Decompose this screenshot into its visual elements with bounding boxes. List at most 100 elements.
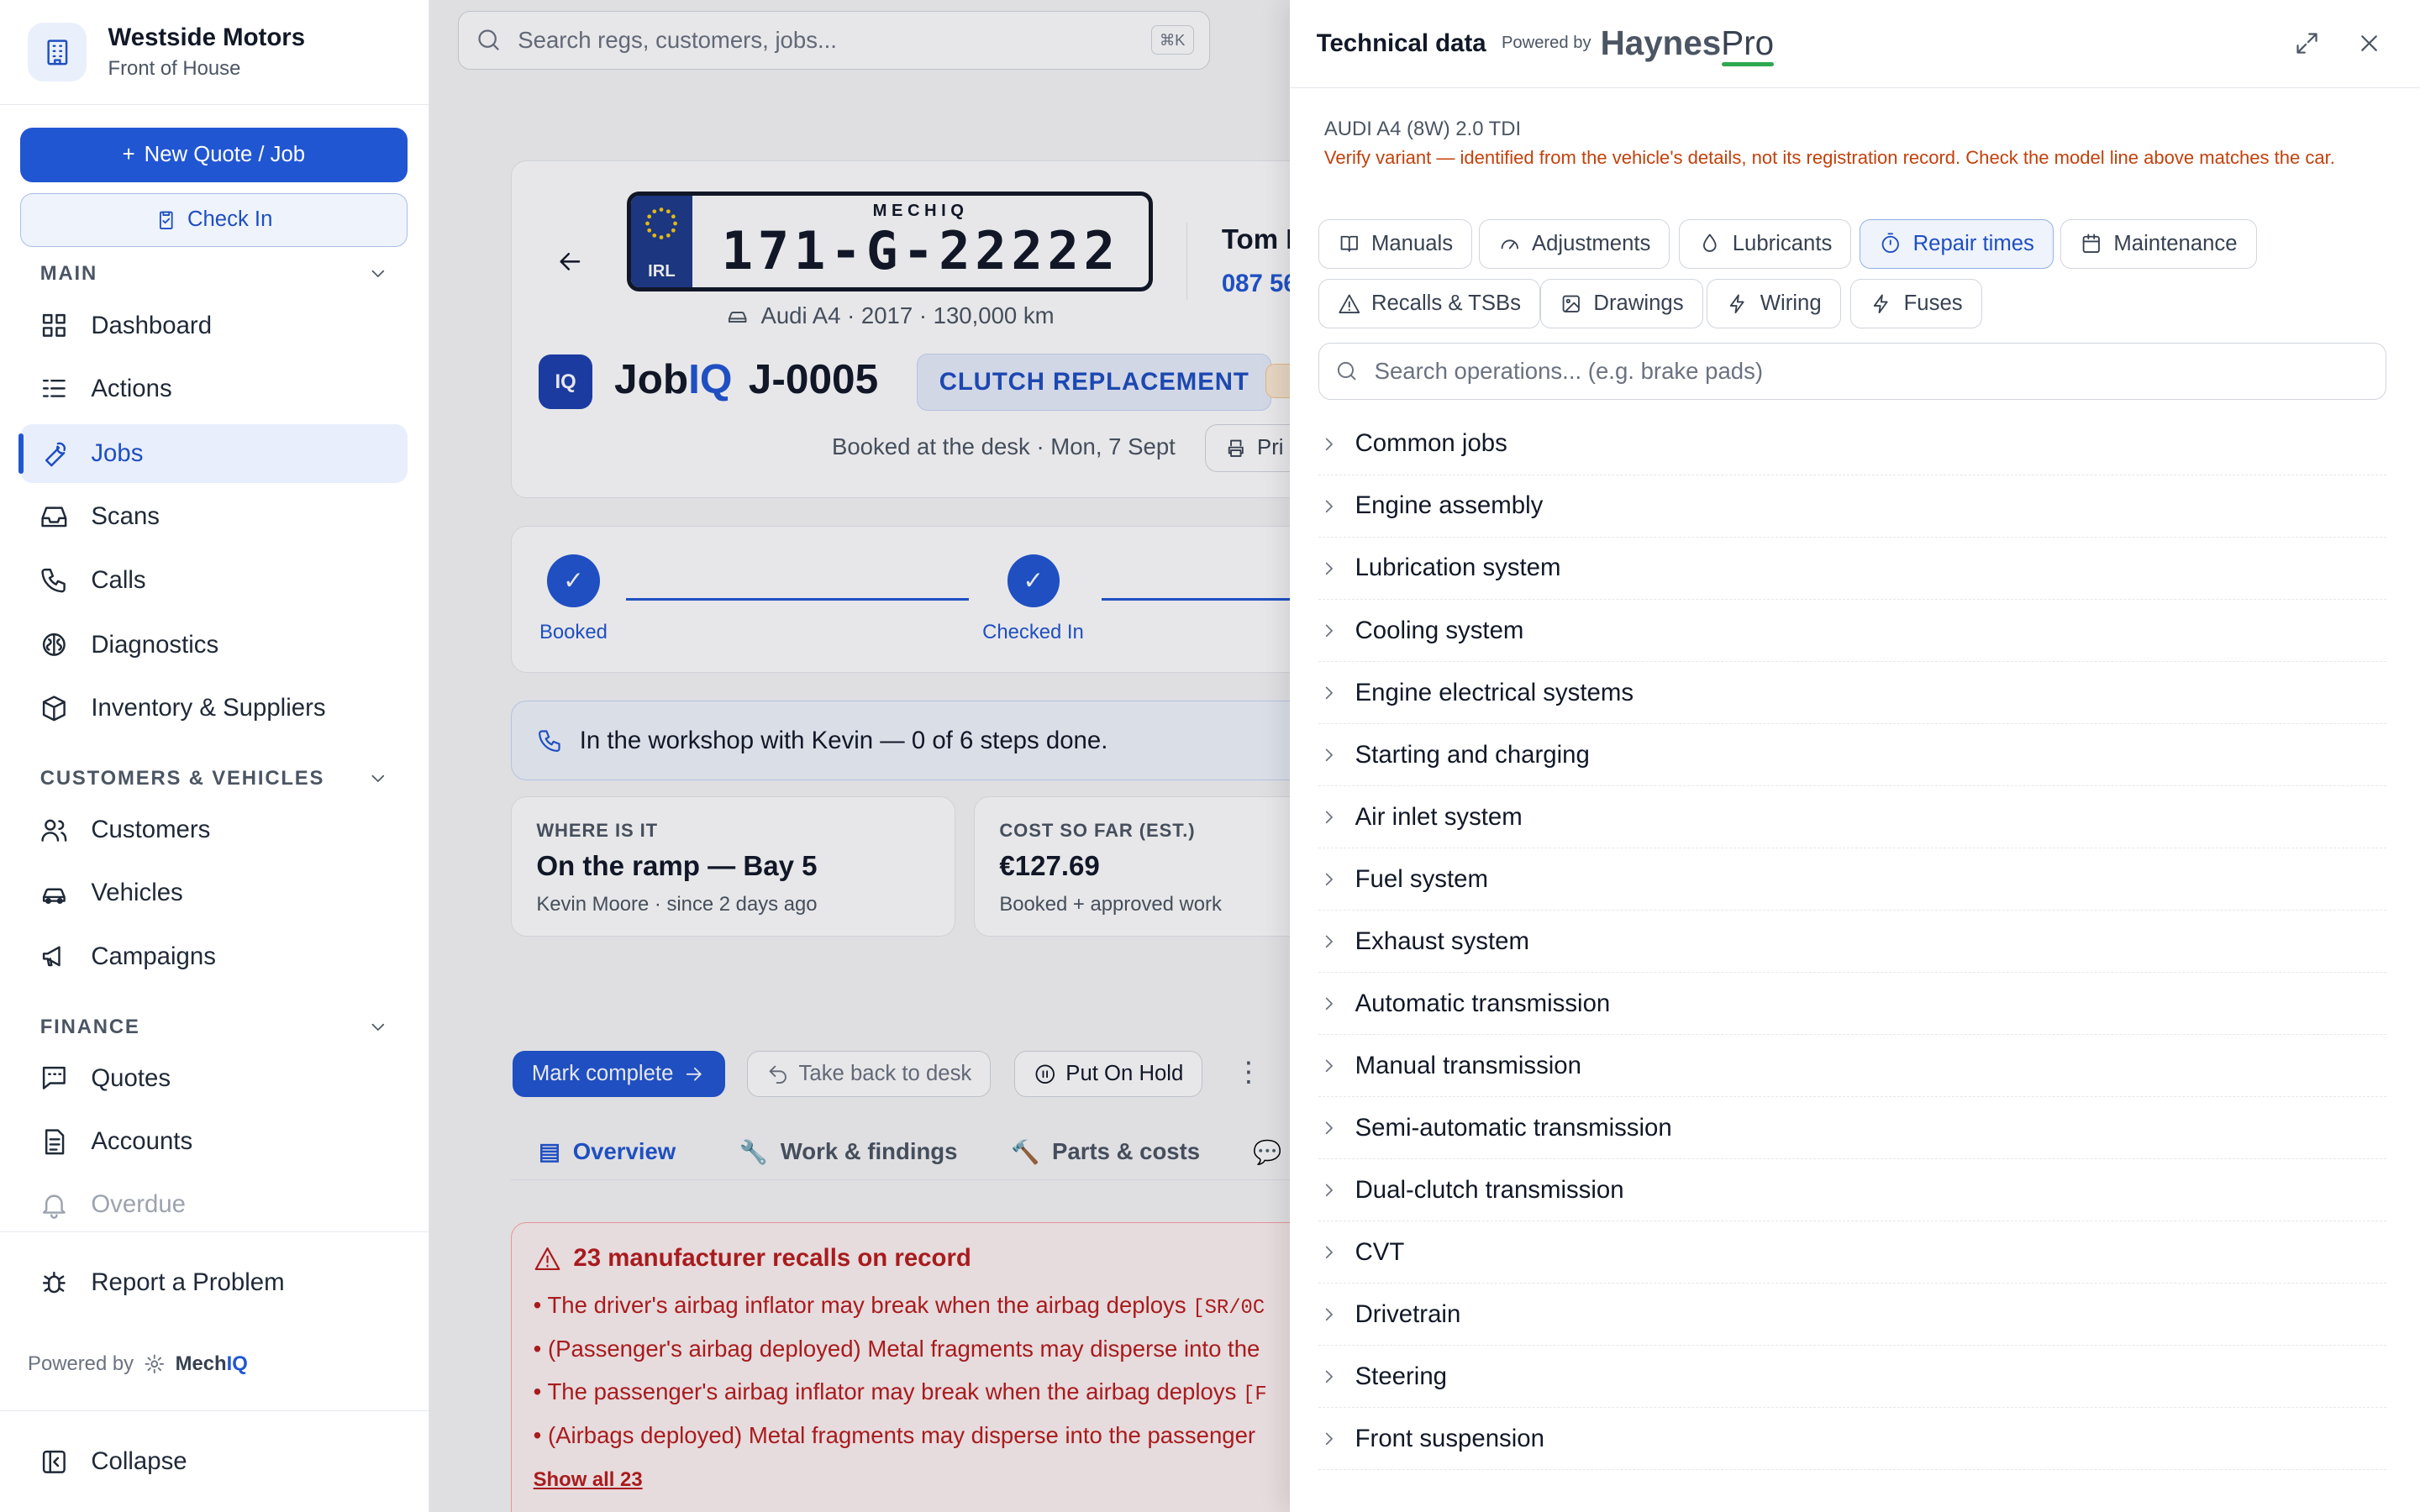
section-customers[interactable]: CUSTOMERS & VEHICLES bbox=[40, 767, 389, 790]
section-finance[interactable]: FINANCE bbox=[40, 1016, 389, 1039]
tab-label: Repair times bbox=[1912, 231, 2034, 255]
collapse-button[interactable]: Collapse bbox=[20, 1432, 408, 1491]
operations-search-input[interactable]: Search operations... (e.g. brake pads) bbox=[1318, 342, 2386, 400]
tab-recalls[interactable]: Recalls & TSBs bbox=[1318, 279, 1541, 329]
chevron-right-icon bbox=[1318, 1117, 1355, 1139]
chevron-right-icon bbox=[1318, 1366, 1355, 1388]
brain-icon bbox=[42, 633, 66, 657]
mechiq-brand: MechIQ bbox=[176, 1352, 248, 1376]
collapse-label: Collapse bbox=[91, 1447, 187, 1476]
operation-row[interactable]: Automatic transmission bbox=[1318, 973, 2386, 1035]
operation-label: Automatic transmission bbox=[1355, 989, 1611, 1017]
chevron-right-icon bbox=[1318, 1428, 1355, 1450]
sidebar-item-accounts[interactable]: Accounts bbox=[20, 1112, 408, 1171]
panel-header: Technical data Powered by HaynesPro bbox=[1290, 0, 2420, 88]
chevron-right-icon bbox=[1318, 1304, 1355, 1326]
sidebar-item-vehicles[interactable]: Vehicles bbox=[20, 864, 408, 923]
sidebar: Westside Motors Front of House + New Quo… bbox=[0, 0, 429, 1512]
timer-icon bbox=[1881, 233, 1900, 254]
tab-label: Manuals bbox=[1370, 231, 1454, 255]
tab-wiring[interactable]: Wiring bbox=[1707, 279, 1841, 329]
operation-label: Exhaust system bbox=[1355, 927, 1529, 955]
chevron-right-icon bbox=[1318, 620, 1355, 642]
tab-label: Maintenance bbox=[2113, 231, 2238, 255]
sidebar-item-calls[interactable]: Calls bbox=[20, 551, 408, 610]
haynes-b: Pro bbox=[1721, 24, 1775, 63]
sidebar-item-dashboard[interactable]: Dashboard bbox=[20, 297, 408, 355]
operation-row[interactable]: Fuel system bbox=[1318, 848, 2386, 911]
tab-lubricants[interactable]: Lubricants bbox=[1679, 218, 1852, 269]
tab-label: Lubricants bbox=[1732, 231, 1833, 255]
operation-label: Starting and charging bbox=[1355, 740, 1590, 769]
sidebar-item-scans[interactable]: Scans bbox=[20, 487, 408, 546]
operation-row[interactable]: Cooling system bbox=[1318, 600, 2386, 662]
tab-repair-times[interactable]: Repair times bbox=[1860, 218, 2054, 269]
close-icon[interactable] bbox=[2355, 29, 2383, 57]
sidebar-item-diagnostics[interactable]: Diagnostics bbox=[20, 616, 408, 675]
book-icon bbox=[1340, 236, 1358, 253]
new-quote-button[interactable]: + New Quote / Job bbox=[19, 128, 408, 182]
sidebar-item-campaigns[interactable]: Campaigns bbox=[20, 927, 408, 986]
section-customers-label: CUSTOMERS & VEHICLES bbox=[39, 766, 325, 790]
sidebar-item-quotes[interactable]: Quotes bbox=[20, 1049, 408, 1108]
haynes-underline bbox=[1721, 61, 1775, 67]
tab-fuses[interactable]: Fuses bbox=[1850, 279, 1982, 329]
sidebar-item-label: Customers bbox=[91, 816, 211, 844]
operation-row[interactable]: Steering bbox=[1318, 1347, 2386, 1408]
operation-label: Dual-clutch transmission bbox=[1355, 1175, 1624, 1204]
report-problem-link[interactable]: Report a Problem bbox=[20, 1253, 408, 1312]
expand-icon[interactable] bbox=[2293, 29, 2321, 57]
operation-row[interactable]: Semi-automatic transmission bbox=[1318, 1097, 2386, 1159]
operation-label: Engine assembly bbox=[1355, 491, 1544, 520]
tab-drawings[interactable]: Drawings bbox=[1540, 279, 1703, 329]
sidebar-item-jobs[interactable]: Jobs bbox=[18, 424, 408, 483]
mechiq-a: Mech bbox=[175, 1352, 227, 1375]
check-in-label: Check In bbox=[187, 207, 273, 232]
wrench-icon bbox=[45, 442, 66, 466]
tab-maintenance[interactable]: Maintenance bbox=[2060, 218, 2257, 269]
tab-label: Fuses bbox=[1903, 291, 1963, 316]
document-icon bbox=[45, 1129, 65, 1155]
operation-row[interactable]: Dual-clutch transmission bbox=[1318, 1159, 2386, 1221]
chevron-right-icon bbox=[1318, 869, 1355, 890]
sidebar-item-customers[interactable]: Customers bbox=[20, 801, 408, 859]
sidebar-item-inventory[interactable]: Inventory & Suppliers bbox=[20, 679, 408, 738]
panel-title: Technical data bbox=[1316, 29, 1486, 57]
operation-row[interactable]: Engine assembly bbox=[1318, 475, 2386, 538]
sidebar-item-label: Calls bbox=[91, 565, 146, 594]
bug-icon bbox=[42, 1271, 66, 1294]
operation-row[interactable]: Common jobs bbox=[1318, 413, 2386, 475]
section-main[interactable]: MAIN bbox=[40, 262, 389, 286]
powered-by-label: Powered by bbox=[1501, 34, 1591, 53]
haynes-a: Haynes bbox=[1600, 24, 1722, 63]
tab-label: Drawings bbox=[1593, 291, 1684, 316]
clipboard-icon bbox=[160, 211, 173, 229]
chevron-right-icon bbox=[1318, 1055, 1355, 1077]
technical-data-panel: Technical data Powered by HaynesPro AUDI… bbox=[1290, 0, 2420, 1512]
operation-row[interactable]: Engine electrical systems bbox=[1318, 662, 2386, 724]
sidebar-item-label: Inventory & Suppliers bbox=[91, 694, 326, 722]
operation-row[interactable]: Exhaust system bbox=[1318, 911, 2386, 973]
operation-row[interactable]: Lubrication system bbox=[1318, 538, 2386, 600]
operation-row[interactable]: Manual transmission bbox=[1318, 1035, 2386, 1097]
tab-adjustments[interactable]: Adjustments bbox=[1478, 218, 1670, 269]
tab-manuals[interactable]: Manuals bbox=[1318, 218, 1473, 269]
operation-row[interactable]: Drivetrain bbox=[1318, 1284, 2386, 1346]
modal-backdrop[interactable] bbox=[429, 0, 1291, 1512]
variant-warning: Verify variant — identified from the veh… bbox=[1323, 146, 2335, 168]
chevron-right-icon bbox=[1318, 433, 1355, 455]
operation-label: Front suspension bbox=[1355, 1424, 1544, 1452]
plus-icon: + bbox=[122, 143, 135, 167]
sidebar-item-actions[interactable]: Actions bbox=[20, 360, 408, 418]
powered-by: Powered by MechIQ bbox=[28, 1352, 248, 1376]
operation-row[interactable]: Front suspension bbox=[1318, 1409, 2386, 1470]
sidebar-item-overdue[interactable]: Overdue bbox=[20, 1176, 408, 1235]
operation-row[interactable]: Air inlet system bbox=[1318, 786, 2386, 848]
operation-label: Semi-automatic transmission bbox=[1355, 1113, 1672, 1142]
image-icon bbox=[1562, 295, 1580, 312]
message-icon bbox=[42, 1067, 66, 1090]
check-in-button[interactable]: Check In bbox=[19, 192, 408, 247]
operation-row[interactable]: CVT bbox=[1318, 1221, 2386, 1284]
tab-label: Recalls & TSBs bbox=[1370, 291, 1522, 316]
operation-row[interactable]: Starting and charging bbox=[1318, 724, 2386, 786]
